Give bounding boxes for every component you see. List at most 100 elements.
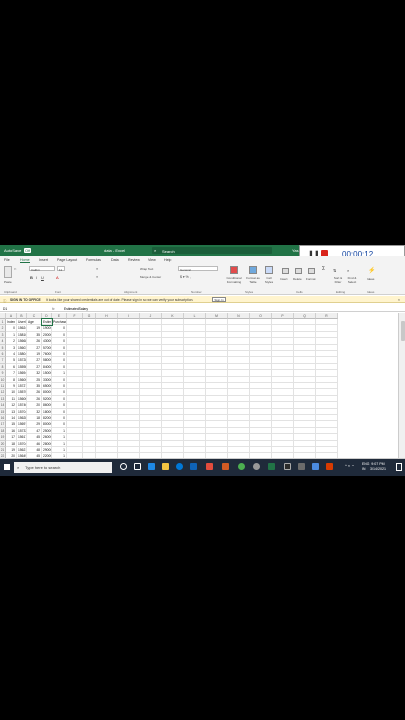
number-format-value: General bbox=[180, 267, 191, 272]
conditional-formatting-icon[interactable] bbox=[230, 266, 238, 274]
ideas-button[interactable]: Ideas bbox=[367, 277, 374, 281]
tab-view[interactable]: View bbox=[148, 258, 156, 262]
delete-cells-icon[interactable] bbox=[295, 268, 302, 274]
edge-browser-icon[interactable] bbox=[176, 463, 183, 470]
merge-center-button[interactable]: Merge & Center bbox=[140, 275, 161, 279]
formula-input[interactable]: EstimatedSalary bbox=[64, 307, 88, 311]
notifications-icon[interactable] bbox=[396, 463, 402, 471]
excel-screen: AutoSave Off data - Excel ⌕ Search Yas ❚… bbox=[0, 245, 405, 476]
info-message: It looks like your shared credentials ar… bbox=[46, 298, 194, 302]
font-name-select[interactable]: Calibri bbox=[29, 266, 55, 272]
format-cells-icon[interactable] bbox=[308, 268, 315, 274]
group-styles: Styles bbox=[245, 290, 254, 294]
language-code: ENG bbox=[362, 462, 370, 466]
group-cells: Cells bbox=[296, 290, 303, 294]
group-font: Font bbox=[55, 290, 62, 294]
sort-filter-icon[interactable]: ⇅ bbox=[333, 268, 336, 273]
tab-file[interactable]: File bbox=[4, 258, 10, 262]
powerpoint-app-icon[interactable] bbox=[326, 463, 333, 470]
font-color-icon[interactable]: A bbox=[56, 275, 59, 280]
format-as-table-icon[interactable] bbox=[249, 266, 257, 274]
formula-bar: D1 fx EstimatedSalary bbox=[0, 305, 405, 312]
close-icon[interactable]: × bbox=[398, 298, 400, 302]
number-format-select[interactable]: General bbox=[178, 266, 218, 272]
tab-data[interactable]: Data bbox=[111, 258, 119, 262]
autosave-label[interactable]: AutoSave bbox=[4, 248, 21, 253]
excel-app-icon[interactable] bbox=[268, 463, 275, 470]
delete-cells-button[interactable]: Delete bbox=[293, 277, 302, 281]
format-as-table-button[interactable]: Format as Table bbox=[244, 276, 262, 284]
taskbar-search-icon: ⌕ bbox=[17, 465, 20, 470]
find-select-button[interactable]: Find & Select bbox=[346, 276, 358, 284]
ideas-icon[interactable]: ⚡ bbox=[368, 267, 375, 274]
terminal-app-icon[interactable] bbox=[284, 463, 291, 470]
cut-icon[interactable]: ✂ bbox=[14, 267, 17, 271]
ribbon-tabs: File Home Insert Page Layout Formulas Da… bbox=[0, 256, 405, 263]
cortana-icon[interactable] bbox=[120, 463, 127, 470]
search-box[interactable]: ⌕ Search bbox=[152, 247, 272, 254]
app-icon[interactable] bbox=[312, 463, 319, 470]
sort-filter-button[interactable]: Sort & Filter bbox=[332, 276, 344, 284]
file-explorer-icon[interactable] bbox=[162, 463, 169, 470]
taskbar-clock[interactable]: 9:07 PM 3/14/2021 bbox=[370, 462, 386, 472]
italic-icon[interactable]: I bbox=[36, 275, 37, 280]
info-bar: ⓘ SIGN IN TO OFFICE It looks like your s… bbox=[0, 296, 405, 303]
taskbar-search[interactable]: ⌕ Type here to search bbox=[14, 462, 112, 473]
bold-icon[interactable]: B bbox=[30, 275, 33, 280]
font-size-value: 11 bbox=[59, 267, 63, 272]
tab-help[interactable]: Help bbox=[164, 258, 171, 262]
store-app-icon[interactable] bbox=[190, 463, 197, 470]
file-title: data - Excel bbox=[104, 248, 126, 253]
name-box[interactable]: D1 bbox=[3, 307, 7, 311]
group-clipboard: Clipboard bbox=[4, 290, 17, 294]
language-indicator[interactable]: ENG IN bbox=[362, 462, 369, 471]
tab-page-layout[interactable]: Page Layout bbox=[57, 258, 77, 262]
insert-cells-icon[interactable] bbox=[282, 268, 289, 274]
align-left-icon[interactable]: ≡ bbox=[96, 275, 98, 279]
group-number: Number bbox=[191, 290, 202, 294]
windows-taskbar: ⌕ Type here to search ^ ◐ ◔ ENG IN 9:07 P… bbox=[0, 459, 405, 476]
clock-date: 3/14/2021 bbox=[370, 467, 386, 471]
windows-start-icon[interactable] bbox=[4, 464, 10, 470]
search-icon: ⌕ bbox=[154, 248, 157, 253]
office-app-icon[interactable] bbox=[222, 463, 229, 470]
user-name[interactable]: Yas bbox=[292, 248, 299, 253]
cell-styles-button[interactable]: Cell Styles bbox=[262, 276, 276, 284]
media-app-icon[interactable] bbox=[206, 463, 213, 470]
insert-cells-button[interactable]: Insert bbox=[280, 277, 288, 281]
fx-icon[interactable]: fx bbox=[52, 307, 55, 311]
info-title: SIGN IN TO OFFICE bbox=[10, 298, 41, 302]
task-view-icon[interactable] bbox=[134, 463, 141, 470]
clipboard-icon[interactable] bbox=[4, 266, 12, 278]
active-cell[interactable]: EstimatedSalary bbox=[41, 317, 53, 327]
tab-formulas[interactable]: Formulas bbox=[86, 258, 101, 262]
autosave-toggle[interactable]: Off bbox=[24, 248, 32, 253]
currency-icon[interactable]: $ ▾ % , bbox=[180, 275, 191, 279]
info-icon: ⓘ bbox=[3, 299, 7, 303]
paste-button[interactable]: Paste bbox=[4, 280, 12, 284]
settings-app-icon[interactable] bbox=[298, 463, 305, 470]
find-select-icon[interactable]: ⌕ bbox=[347, 268, 349, 273]
vertical-scrollbar[interactable] bbox=[398, 313, 405, 458]
group-editing: Editing bbox=[336, 290, 346, 294]
cell-styles-icon[interactable] bbox=[265, 266, 273, 274]
tab-review[interactable]: Review bbox=[128, 258, 140, 262]
scroll-thumb[interactable] bbox=[400, 321, 405, 341]
taskbar-search-placeholder: Type here to search bbox=[25, 465, 61, 470]
align-top-icon[interactable]: ≡ bbox=[96, 267, 98, 271]
conditional-formatting-button[interactable]: Conditional Formatting bbox=[224, 276, 244, 284]
tab-insert[interactable]: Insert bbox=[39, 258, 48, 262]
recorder-app-icon[interactable] bbox=[253, 463, 260, 470]
spreadsheet-grid[interactable]: ABCDEFGHIJKLMNOPQR1IndexUserIDAgeEstimat… bbox=[0, 313, 398, 458]
chrome-browser-icon[interactable] bbox=[238, 463, 245, 470]
tray-icons[interactable]: ^ ◐ ◔ bbox=[345, 463, 354, 468]
wrap-text-button[interactable]: Wrap Text bbox=[140, 267, 153, 271]
font-name-value: Calibri bbox=[31, 267, 40, 272]
word-app-icon[interactable] bbox=[148, 463, 155, 470]
format-cells-button[interactable]: Format bbox=[306, 277, 316, 281]
ribbon: Paste ✂ Calibri 11 B I U A ≡ ≡ Wrap Text… bbox=[0, 263, 405, 295]
font-size-select[interactable]: 11 bbox=[57, 266, 65, 272]
autosum-icon[interactable]: Σ bbox=[322, 266, 325, 272]
sign-in-button[interactable]: Sign In bbox=[212, 297, 226, 302]
underline-icon[interactable]: U bbox=[41, 275, 44, 280]
